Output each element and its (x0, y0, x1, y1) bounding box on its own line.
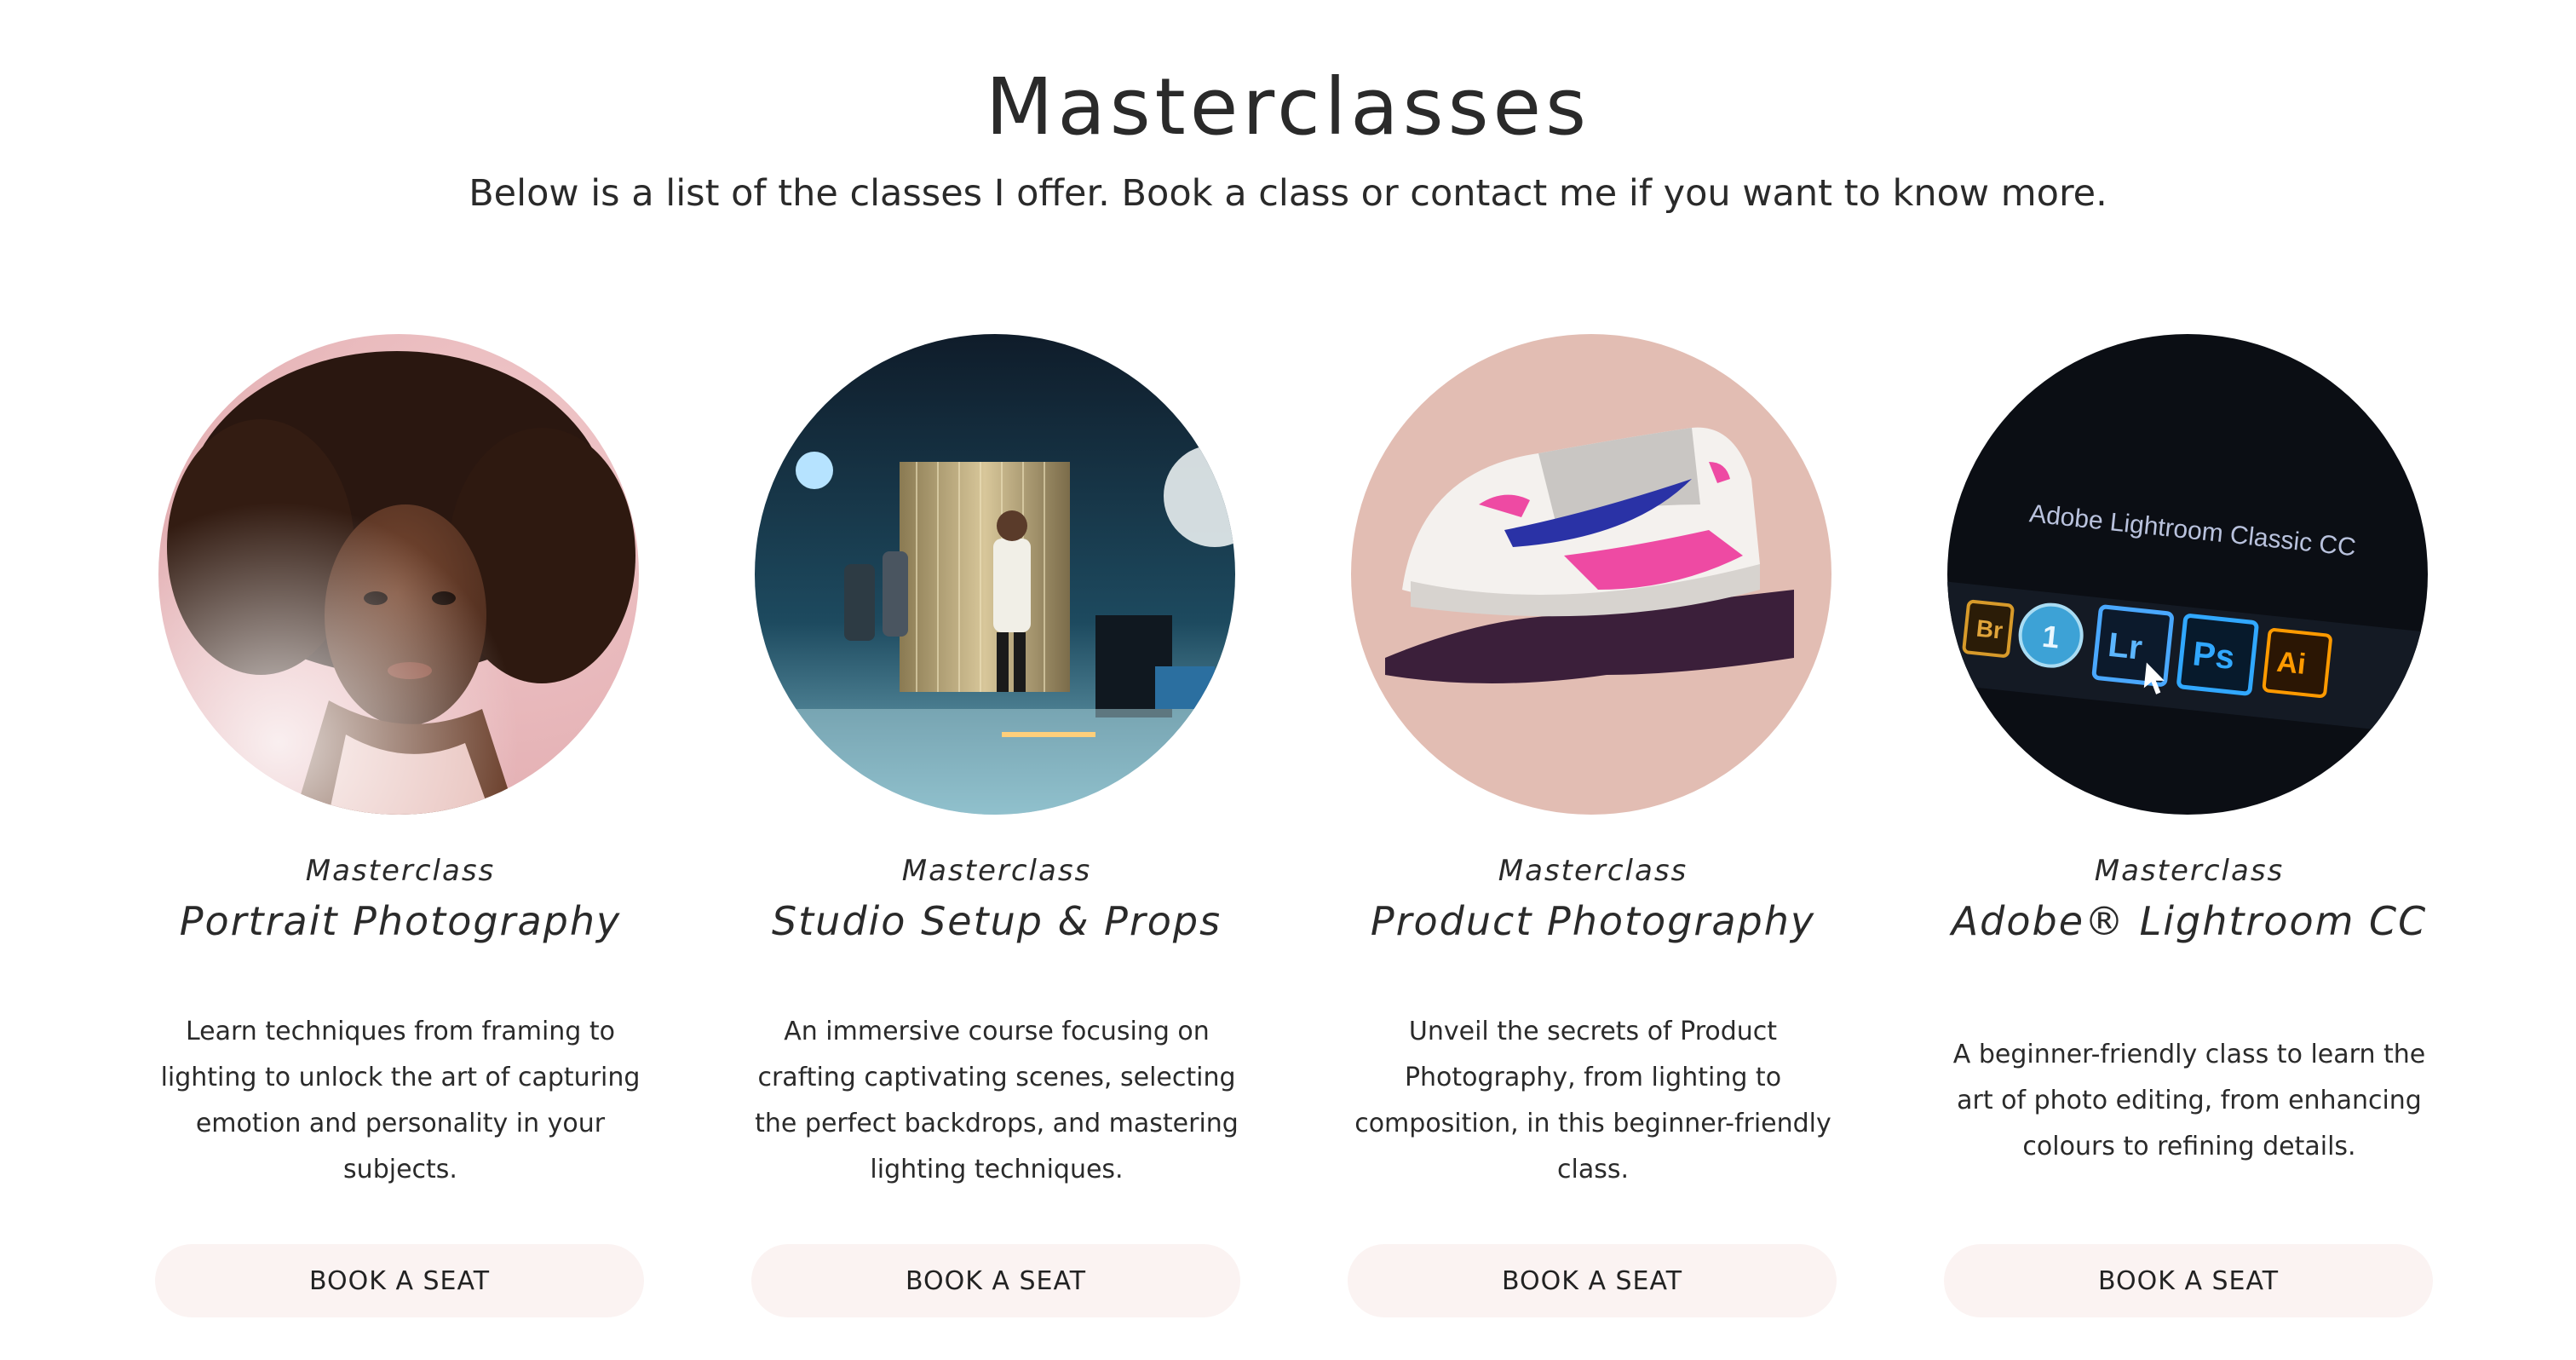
book-a-seat-button[interactable]: BOOK A SEAT (1348, 1244, 1837, 1317)
card-title[interactable]: Product Photography (1329, 898, 1857, 944)
card-description: Unveil the secrets of Product Photograph… (1354, 1017, 1831, 1184)
photoshop-icon-label: Ps (2191, 635, 2236, 677)
card-title[interactable]: Studio Setup & Props (733, 898, 1261, 944)
illustrator-icon-label: Ai (2275, 646, 2308, 681)
card-title[interactable]: Adobe® Lightroom CC (1925, 898, 2453, 944)
page-subtitle: Below is a list of the classes I offer. … (469, 172, 2107, 215)
lightroom-icon-label: Lr (2107, 626, 2144, 667)
card-description: A beginner-friendly class to learn the a… (1952, 1040, 2426, 1161)
book-a-seat-button[interactable]: BOOK A SEAT (751, 1244, 1240, 1317)
card-kicker: Masterclass (1498, 854, 1688, 888)
bridge-icon-label: Br (1975, 615, 2004, 644)
card-kicker: Masterclass (2094, 854, 2285, 888)
book-a-seat-button[interactable]: BOOK A SEAT (155, 1244, 644, 1317)
masterclass-card-lightroom: Adobe Lightroom Classic CC Br 1 Lr Ps Ai… (1925, 334, 2453, 1323)
studio-illustration (755, 334, 1235, 815)
card-description-container: Learn techniques from framing to lightin… (153, 999, 647, 1203)
capture-one-icon-label: 1 (2040, 619, 2061, 655)
book-a-seat-button[interactable]: BOOK A SEAT (1944, 1244, 2433, 1317)
portrait-photography-image[interactable] (158, 334, 639, 815)
card-description-container: Unveil the secrets of Product Photograph… (1346, 999, 1840, 1203)
masterclass-card-product: Masterclass Product Photography Unveil t… (1329, 334, 1857, 1323)
product-photography-image[interactable] (1351, 334, 1831, 815)
portrait-illustration (158, 334, 639, 815)
page-header: Masterclasses Below is a list of the cla… (0, 0, 2576, 223)
masterclass-list: Masterclass Portrait Photography Learn t… (0, 334, 2576, 1323)
card-description: An immersive course focusing on crafting… (755, 1017, 1239, 1184)
card-kicker: Masterclass (901, 854, 1092, 888)
card-title[interactable]: Portrait Photography (136, 898, 664, 944)
masterclass-card-portrait: Masterclass Portrait Photography Learn t… (136, 334, 664, 1323)
product-illustration (1351, 334, 1831, 815)
page-title: Masterclasses (985, 61, 1591, 153)
card-kicker: Masterclass (305, 854, 496, 888)
lightroom-illustration: Adobe Lightroom Classic CC Br 1 Lr Ps Ai (1947, 334, 2428, 815)
masterclass-card-studio: Masterclass Studio Setup & Props An imme… (733, 334, 1261, 1323)
card-description: Learn techniques from framing to lightin… (160, 1017, 641, 1184)
card-description-container: An immersive course focusing on crafting… (750, 999, 1244, 1203)
card-description-container: A beginner-friendly class to learn the a… (1942, 999, 2436, 1203)
studio-setup-image[interactable] (755, 334, 1235, 815)
lightroom-image[interactable]: Adobe Lightroom Classic CC Br 1 Lr Ps Ai (1947, 334, 2428, 815)
